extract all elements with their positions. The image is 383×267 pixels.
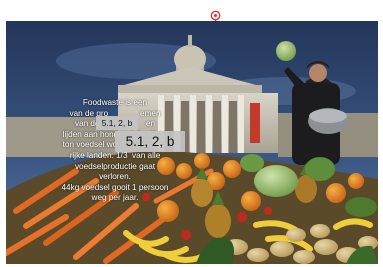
caption-line: 44kg voedsel gooit 1 persoon (61, 182, 169, 192)
reference-label-large: 5.1, 2, b (115, 131, 185, 152)
caption-line: rijke landen. 1/3 van alle (69, 150, 161, 160)
screenshot: Foodwaste is een van de gro emen van dez… (0, 0, 383, 267)
caption-line: Foodwaste is een (82, 98, 148, 107)
reference-label-small: 5.1, 2, b (96, 116, 138, 130)
caption-line: weg per jaar. (91, 193, 139, 203)
caption-line: voedselproductie gaat verloren. (74, 161, 156, 182)
